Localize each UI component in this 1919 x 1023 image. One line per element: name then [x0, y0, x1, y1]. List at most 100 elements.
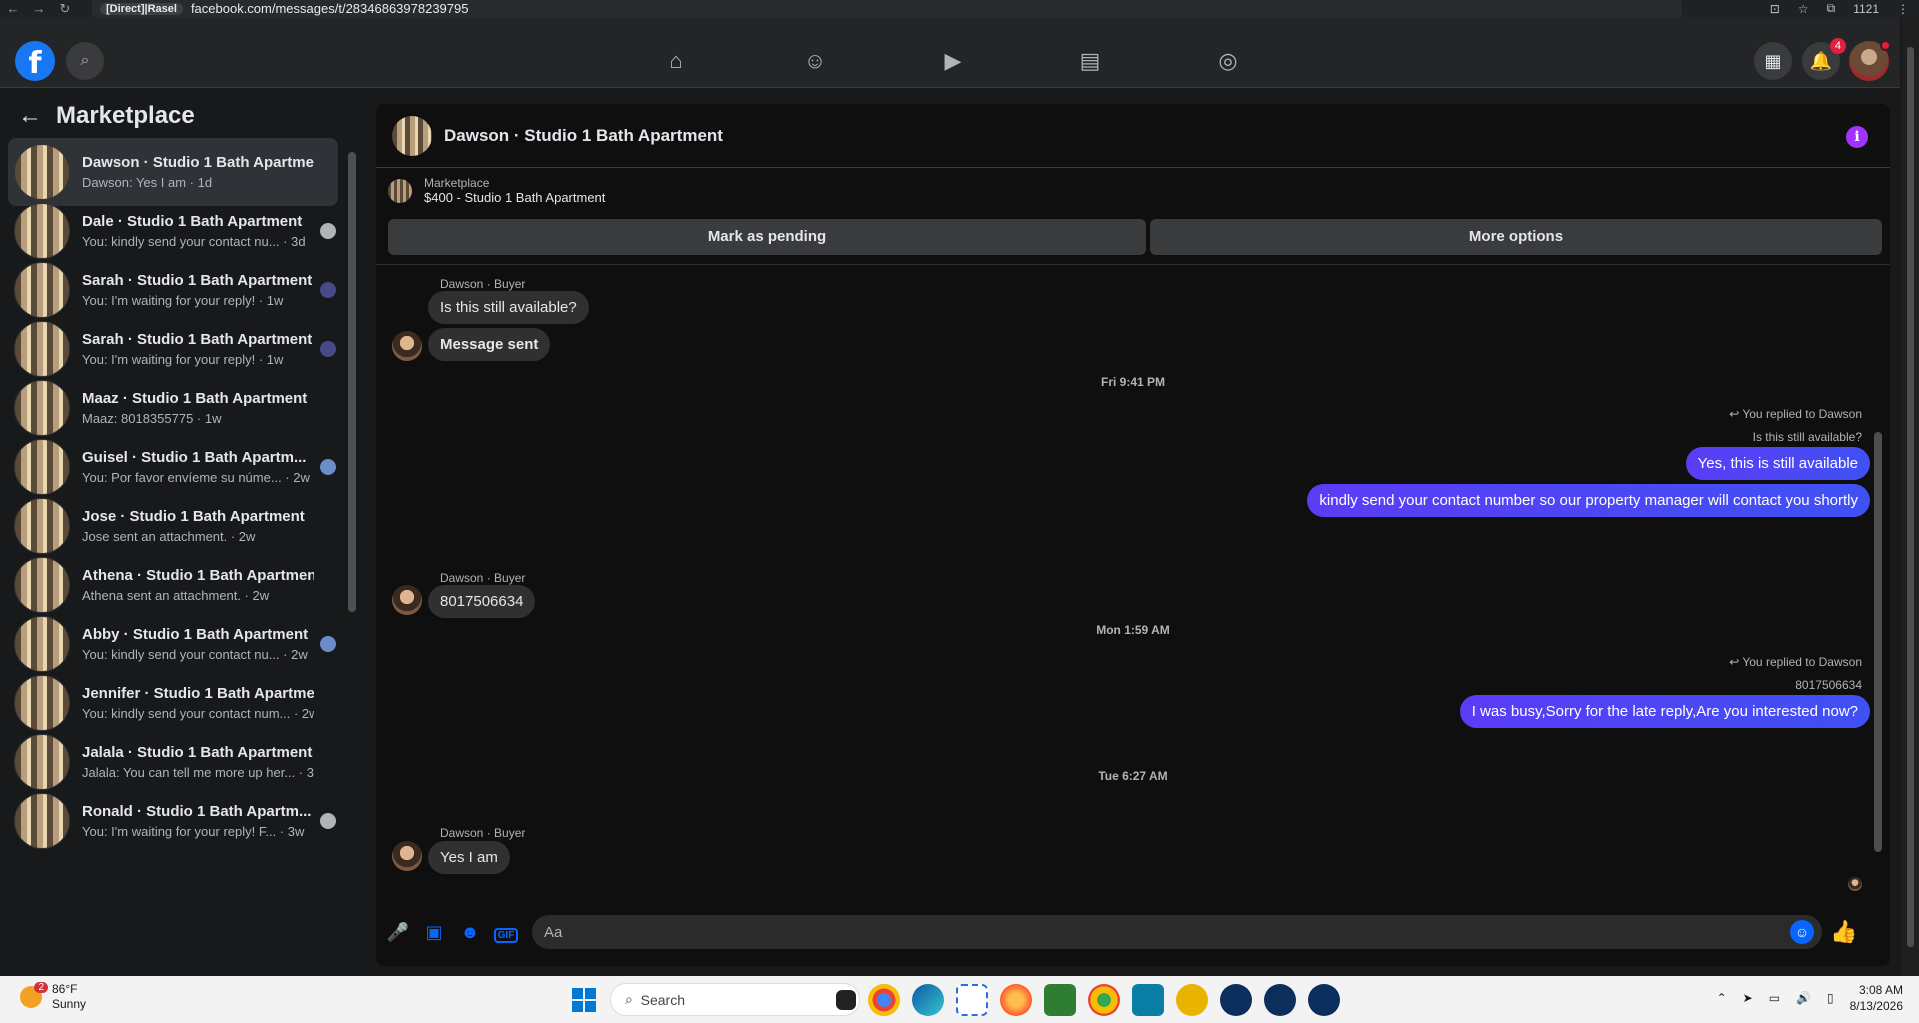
site-chip[interactable]: [Direct]|Rasel — [100, 2, 183, 15]
reload-icon[interactable]: ↻ — [52, 1, 78, 17]
outgoing-message[interactable]: kindly send your contact number so our p… — [1307, 484, 1870, 517]
volume-icon[interactable]: 🔊 — [1796, 991, 1811, 1005]
facebook-logo-icon[interactable]: f — [15, 41, 55, 81]
install-icon[interactable]: ⊡ — [1770, 2, 1780, 16]
seen-avatar — [320, 813, 336, 829]
conversation-thumbnail — [14, 380, 70, 436]
thumbs-up-icon[interactable]: 👍 — [1830, 919, 1857, 945]
conversation-item[interactable]: Sarah · Studio 1 Bath Apartment You: I'm … — [8, 256, 338, 324]
menu-grid-icon[interactable]: ▦ — [1754, 42, 1792, 80]
marketplace-icon[interactable]: ▤ — [1070, 47, 1110, 75]
seen-avatar — [320, 459, 336, 475]
microphone-icon[interactable]: 🎤 — [380, 922, 416, 943]
mark-pending-button[interactable]: Mark as pending — [388, 219, 1146, 255]
emoji-icon[interactable]: ☺ — [1790, 920, 1814, 944]
scrollbar-thumb[interactable] — [348, 152, 356, 612]
app-icon[interactable] — [1220, 984, 1252, 1016]
taskbar-apps — [836, 984, 1340, 1016]
conversation-thumbnail — [14, 203, 70, 259]
chat-header: Dawson · Studio 1 Bath Apartment i — [376, 104, 1890, 168]
app-icon[interactable] — [1176, 984, 1208, 1016]
app-icon[interactable] — [1132, 984, 1164, 1016]
info-icon[interactable]: i — [1846, 126, 1868, 148]
edge-icon[interactable] — [912, 984, 944, 1016]
conversation-item[interactable]: Athena · Studio 1 Bath Apartment Athena s… — [8, 551, 338, 619]
firefox-icon[interactable] — [1000, 984, 1032, 1016]
address-bar[interactable]: [Direct]|Rasel facebook.com/messages/t/2… — [92, 0, 1682, 17]
extension-icon[interactable]: ⧉ — [1827, 1, 1836, 16]
menu-icon[interactable]: ⋮ — [1897, 2, 1909, 16]
listing-price: $400 - Studio 1 Bath Apartment — [424, 190, 606, 205]
conversation-preview: You: I'm waiting for your reply! F... · … — [82, 824, 305, 839]
chat-scrollbar[interactable] — [1874, 267, 1882, 899]
app-icon[interactable] — [1308, 984, 1340, 1016]
incoming-message[interactable]: 8017506634 — [428, 585, 536, 618]
status-dot — [1880, 40, 1891, 51]
scrollbar-thumb[interactable] — [1874, 432, 1882, 852]
conversation-item[interactable]: Maaz · Studio 1 Bath Apartment Maaz: 8018… — [8, 374, 338, 442]
network-icon[interactable]: ▭ — [1769, 991, 1780, 1005]
incoming-message[interactable]: Yes I am — [428, 841, 510, 874]
profile-counter[interactable]: 1121 — [1853, 2, 1879, 16]
video-icon[interactable]: ▶ — [933, 47, 973, 75]
clock-date: 8/13/2026 — [1849, 999, 1903, 1013]
conversation-item[interactable]: Abby · Studio 1 Bath Apartment You: kindl… — [8, 610, 338, 678]
image-icon[interactable]: ▣ — [416, 922, 452, 943]
back-icon[interactable]: ← — [0, 1, 26, 16]
outgoing-message[interactable]: Yes, this is still available — [1685, 447, 1870, 480]
incoming-message[interactable]: Is this still available? — [428, 291, 589, 324]
battery-icon[interactable]: ▯ — [1827, 991, 1834, 1005]
conversation-item[interactable]: Guisel · Studio 1 Bath Apartm... You: Por… — [8, 433, 338, 501]
profile-avatar[interactable] — [1849, 40, 1891, 81]
task-view-icon[interactable] — [836, 990, 856, 1010]
sticker-icon[interactable]: ☻ — [452, 922, 488, 943]
conversation-thumbnail — [14, 557, 70, 613]
location-icon[interactable]: ➤ — [1743, 991, 1753, 1005]
friends-icon[interactable]: ☺ — [795, 47, 835, 75]
conversation-item[interactable]: Sarah · Studio 1 Bath Apartment You: I'm … — [8, 315, 338, 383]
notifications-icon[interactable]: 🔔 4 — [1802, 38, 1846, 80]
sidebar-scrollbar[interactable] — [348, 140, 356, 970]
outgoing-message[interactable]: I was busy,Sorry for the late reply,Are … — [1459, 695, 1870, 728]
incoming-message[interactable]: Message sent — [428, 328, 551, 361]
gif-icon[interactable]: GIF — [488, 922, 524, 943]
conversation-thumbnail — [14, 793, 70, 849]
listing-thumbnail[interactable] — [392, 115, 432, 156]
search-icon[interactable]: ⌕ — [66, 42, 104, 80]
sender-avatar[interactable] — [392, 585, 422, 615]
conversation-item[interactable]: Jennifer · Studio 1 Bath Apartment You: k… — [8, 669, 338, 737]
message-input[interactable] — [544, 923, 1744, 941]
windows-start-icon[interactable] — [572, 988, 596, 1012]
page-scrollbar[interactable] — [1902, 17, 1919, 976]
quoted-message: 8017506634 — [1795, 678, 1862, 692]
weather-widget[interactable]: 2 86°F Sunny — [20, 982, 86, 1012]
conversation-item[interactable]: Jalala · Studio 1 Bath Apartment Jalala: … — [8, 728, 338, 796]
clock[interactable]: 3:08 AM 8/13/2026 — [1850, 982, 1903, 1014]
chrome-icon[interactable] — [1088, 984, 1120, 1016]
conversation-item[interactable]: Dawson · Studio 1 Bath Apartment Dawson: … — [8, 138, 338, 206]
snipping-tool-icon[interactable] — [956, 984, 988, 1016]
url-text[interactable]: facebook.com/messages/t/2834686397823979… — [191, 1, 469, 16]
groups-icon[interactable]: ◎ — [1208, 47, 1248, 75]
forward-icon[interactable]: → — [26, 1, 52, 16]
listing-summary[interactable]: Marketplace $400 - Studio 1 Bath Apartme… — [388, 176, 605, 205]
sender-avatar[interactable] — [392, 841, 422, 871]
conversation-item[interactable]: Dale · Studio 1 Bath Apartment You: kindl… — [8, 197, 338, 265]
conversation-text: Athena · Studio 1 Bath Apartment Athena s… — [82, 567, 314, 603]
chat-title[interactable]: Dawson · Studio 1 Bath Apartment — [444, 126, 723, 146]
scrollbar-thumb[interactable] — [1907, 47, 1914, 947]
conversation-item[interactable]: Ronald · Studio 1 Bath Apartm... You: I'm… — [8, 787, 338, 855]
timestamp: Fri 9:41 PM — [1100, 375, 1166, 389]
home-icon[interactable]: ⌂ — [656, 47, 696, 75]
conversation-item[interactable]: Jose · Studio 1 Bath Apartment Jose sent … — [8, 492, 338, 560]
more-options-button[interactable]: More options — [1150, 219, 1882, 255]
app-icon[interactable] — [1044, 984, 1076, 1016]
star-icon[interactable]: ☆ — [1798, 2, 1809, 16]
back-arrow-icon[interactable]: ← — [18, 102, 42, 130]
chrome-icon[interactable] — [868, 984, 900, 1016]
sender-avatar[interactable] — [392, 331, 422, 361]
chevron-up-icon[interactable]: ⌃ — [1717, 991, 1727, 1005]
facebook-topbar: f ⌕ ⌂ ☺ ▶ ▤ ◎ ▦ 🔔 4 — [0, 17, 1900, 88]
app-icon[interactable] — [1264, 984, 1296, 1016]
taskbar-search[interactable]: ⌕ Search — [610, 983, 860, 1016]
